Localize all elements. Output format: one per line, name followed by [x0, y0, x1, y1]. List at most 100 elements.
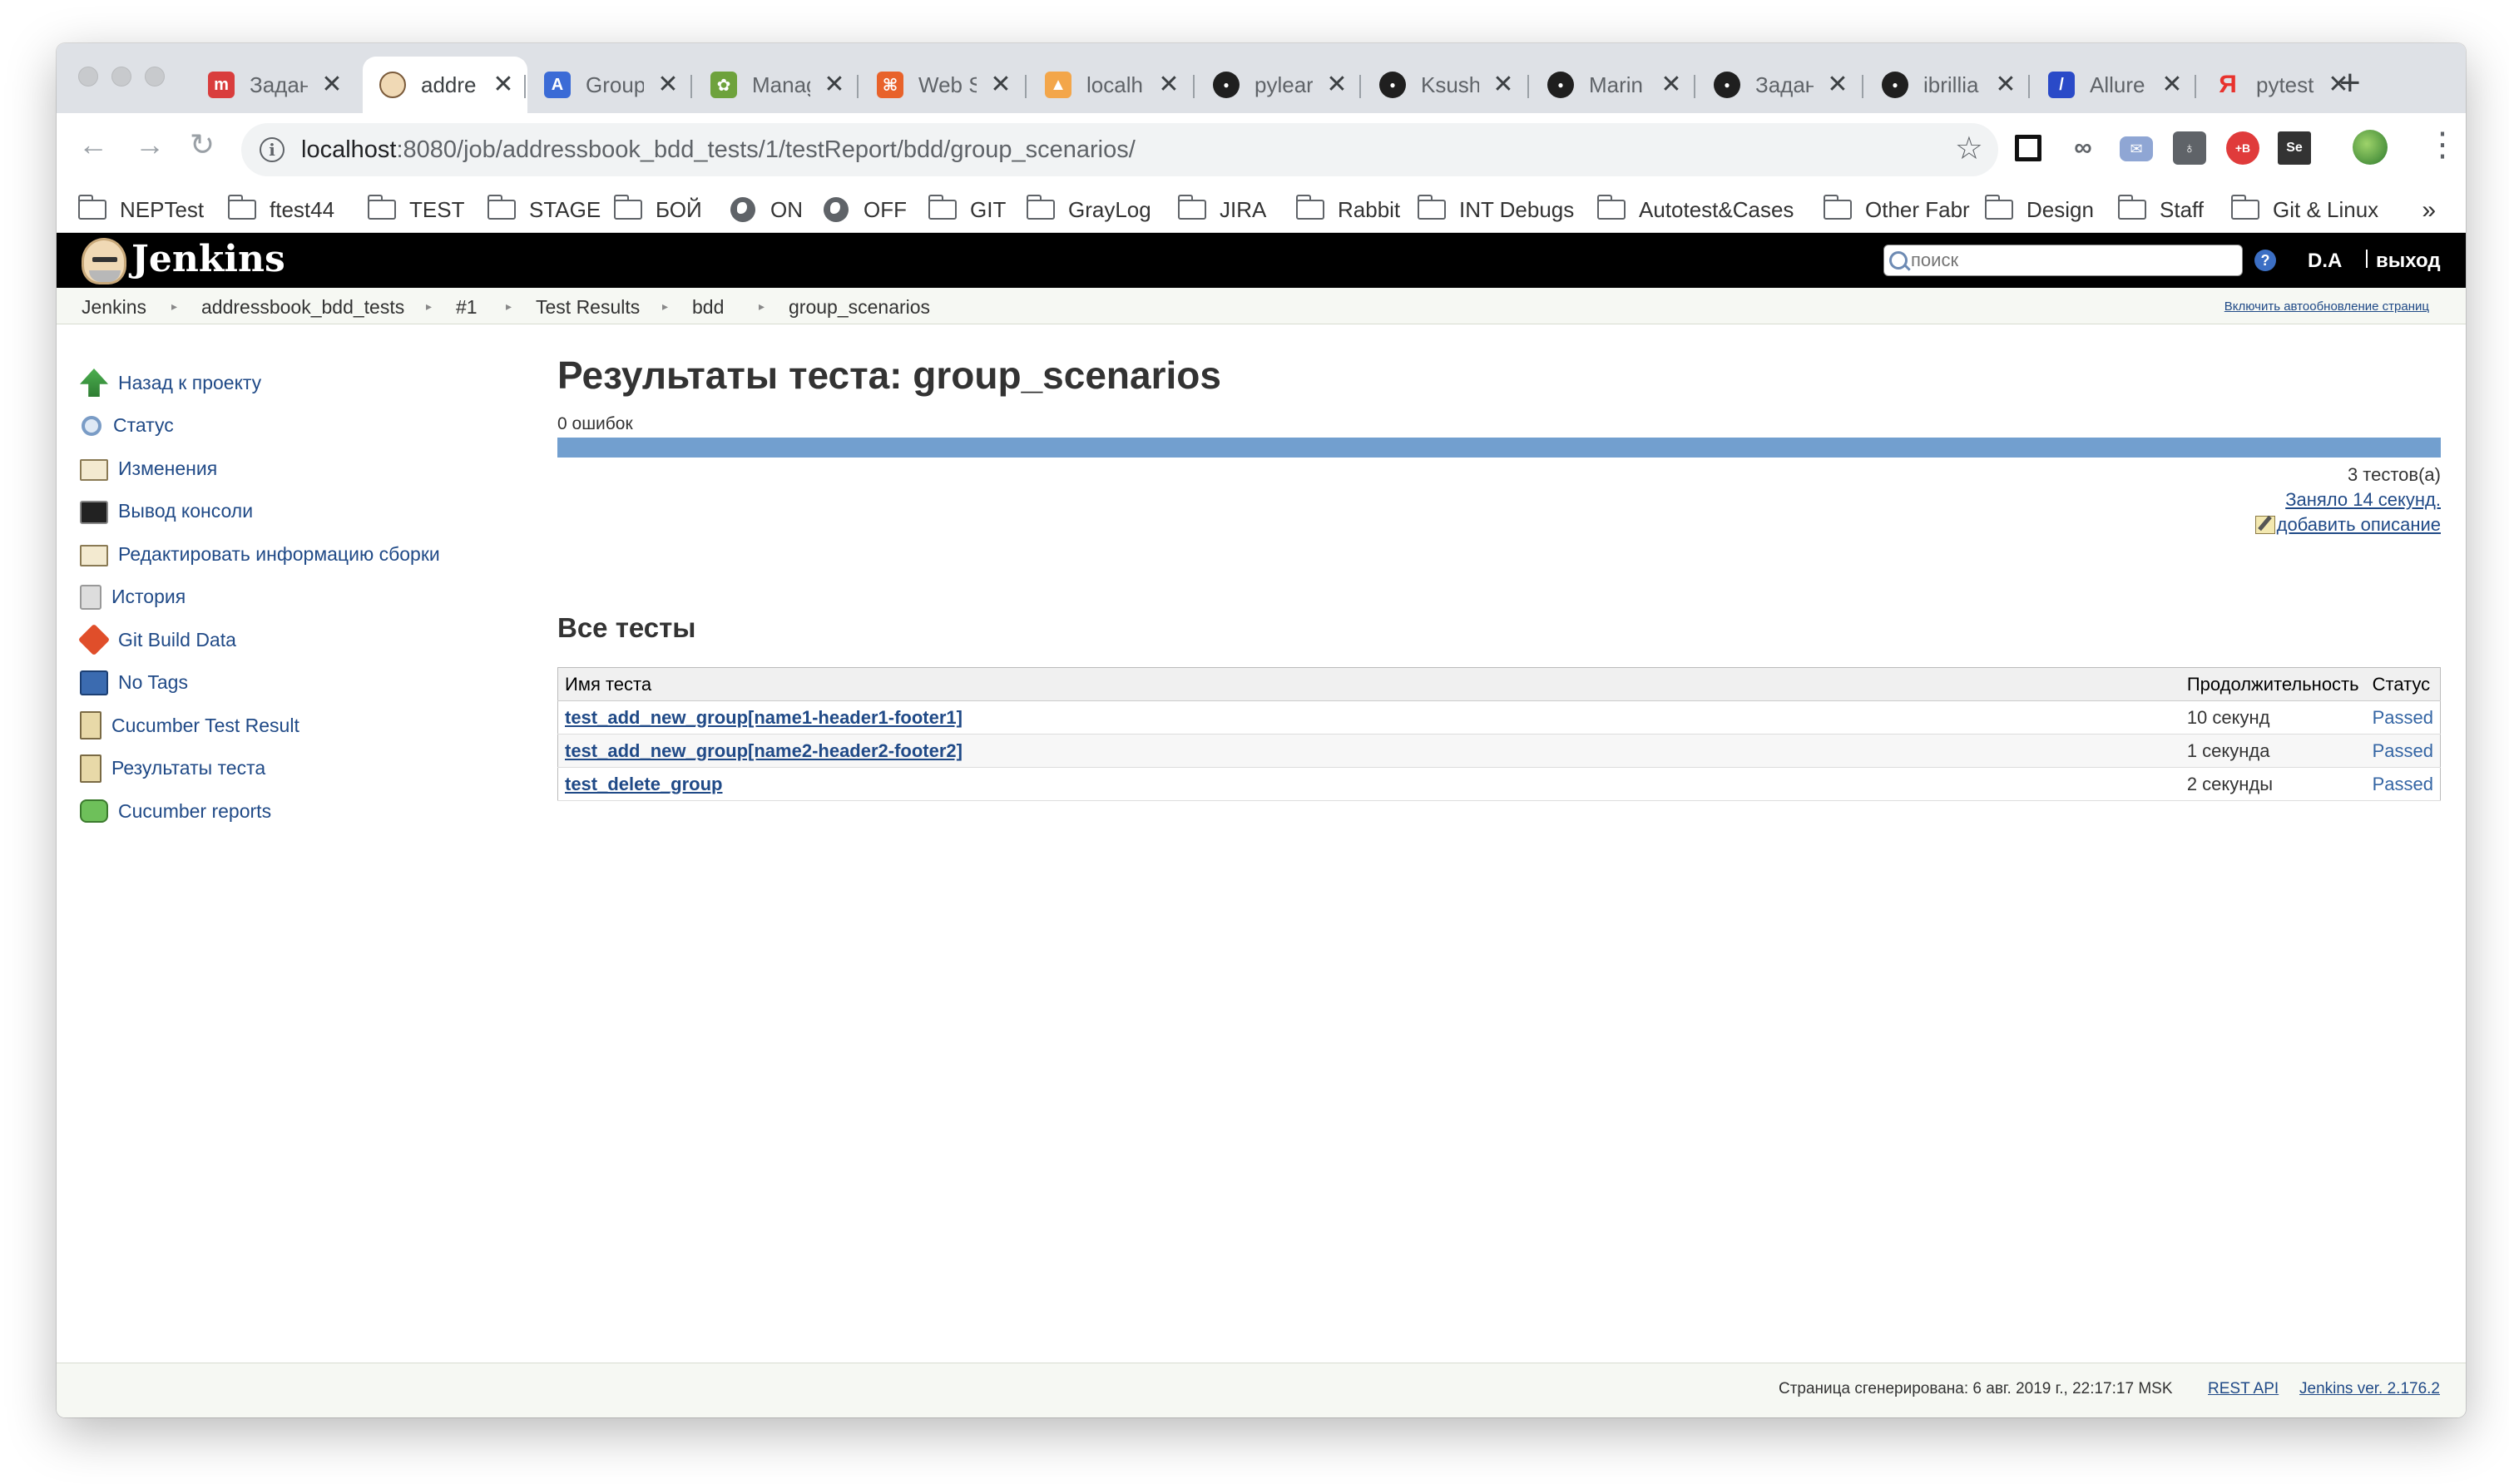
breadcrumb-chevron-icon[interactable]: ▸	[506, 299, 512, 314]
up-arrow-icon[interactable]	[80, 369, 108, 397]
tab-close-icon[interactable]: ✕	[988, 72, 1013, 97]
side-item[interactable]: Результаты теста	[80, 752, 265, 785]
side-item-label[interactable]: Назад к проекту	[118, 372, 261, 394]
window-minimize-button[interactable]	[111, 67, 131, 87]
side-item[interactable]: История	[80, 581, 186, 614]
bookmark-star-icon[interactable]: ☆	[1955, 133, 1983, 165]
jenkins-version-link[interactable]: Jenkins ver. 2.176.2	[2299, 1380, 2440, 1398]
side-item-label[interactable]: Результаты теста	[111, 757, 265, 779]
url-text[interactable]: localhost:8080/job/addressbook_bdd_tests…	[301, 136, 1136, 164]
side-item-label[interactable]: Статус	[113, 414, 174, 437]
side-item-label[interactable]: Git Build Data	[118, 629, 236, 651]
tab-0[interactable]: m Задан ✕	[191, 57, 351, 113]
side-item-label[interactable]: Вывод консоли	[118, 500, 253, 522]
breadcrumb-item[interactable]: bdd	[692, 296, 724, 319]
browser-menu-icon[interactable]: ⋮	[2426, 128, 2459, 161]
tab-12[interactable]: Яpytest ✕	[2198, 57, 2358, 113]
tab-close-icon[interactable]: ✕	[1825, 72, 1850, 97]
logout-link[interactable]: выход	[2376, 250, 2441, 273]
tab-close-icon[interactable]: ✕	[1156, 72, 1181, 97]
side-item-label[interactable]: Cucumber reports	[118, 800, 271, 823]
test-name-link[interactable]: test_delete_group	[565, 774, 723, 794]
help-icon[interactable]: ?	[2254, 250, 2276, 271]
side-item[interactable]: Редактировать информацию сборки	[80, 537, 440, 571]
bookmark-item[interactable]: JIRA	[1177, 195, 1266, 225]
side-item[interactable]: Cucumber reports	[80, 794, 271, 828]
tab-close-icon[interactable]: ✕	[491, 72, 516, 97]
forward-arrow-icon[interactable]: →	[135, 130, 165, 160]
profile-avatar[interactable]	[2353, 130, 2388, 165]
bookmark-item[interactable]: TEST	[367, 195, 464, 225]
bookmark-item[interactable]: ON	[730, 195, 803, 225]
breadcrumb-item[interactable]: group_scenarios	[789, 296, 930, 319]
side-item[interactable]: Вывод консоли	[80, 495, 253, 528]
address-bar[interactable]: i localhost:8080/job/addressbook_bdd_tes…	[241, 123, 1998, 176]
tab-5[interactable]: ▲ localh ✕	[1028, 57, 1188, 113]
breadcrumb-chevron-icon[interactable]: ▸	[171, 299, 177, 314]
extension-bulb-icon[interactable]: ♁	[2173, 131, 2206, 165]
column-header-status[interactable]: Статус	[2365, 667, 2441, 701]
add-description-link[interactable]: добавить описание	[2254, 514, 2441, 536]
side-item[interactable]: No Tags	[80, 666, 188, 700]
window-close-button[interactable]	[78, 67, 98, 87]
window-zoom-button[interactable]	[145, 67, 165, 87]
extension-infinity-icon[interactable]: ∞	[2066, 131, 2100, 165]
test-name-link[interactable]: test_add_new_group[name2-header2-footer2…	[565, 740, 963, 761]
column-header-name[interactable]: Имя теста	[557, 667, 2180, 701]
clipboard-icon[interactable]	[80, 754, 101, 783]
extension-red-icon[interactable]: +B	[2226, 131, 2259, 165]
tab-close-icon[interactable]: ✕	[1324, 72, 1349, 97]
side-item-label[interactable]: Cucumber Test Result	[111, 715, 299, 737]
tab-7[interactable]: ● Ksush ✕	[1363, 57, 1522, 113]
side-item[interactable]: Изменения	[80, 452, 217, 485]
jenkins-title[interactable]: Jenkins	[131, 238, 285, 280]
history-icon[interactable]	[80, 584, 101, 610]
bookmark-item[interactable]: Git & Linux	[2230, 195, 2378, 225]
bookmark-item[interactable]: OFF	[824, 195, 907, 225]
bookmark-item[interactable]: Staff	[2117, 195, 2204, 225]
terminal-icon[interactable]	[80, 501, 108, 524]
magnifier-icon[interactable]	[82, 415, 101, 436]
breadcrumb-item[interactable]: Test Results	[536, 296, 640, 319]
tab-6[interactable]: ● pylear ✕	[1196, 57, 1356, 113]
extension-square-icon[interactable]	[2015, 135, 2041, 161]
search-input[interactable]	[1911, 250, 2227, 271]
side-item-label[interactable]: Изменения	[118, 458, 217, 480]
extension-mail-icon[interactable]: ✉	[2120, 136, 2153, 161]
tab-close-icon[interactable]: ✕	[319, 72, 344, 97]
bookmark-item[interactable]: GIT	[928, 195, 1006, 225]
tab-close-icon[interactable]: ✕	[2160, 72, 2185, 97]
add-description-label[interactable]: добавить описание	[2277, 514, 2441, 536]
reload-icon[interactable]: ↻	[190, 130, 215, 160]
notepad-icon[interactable]	[80, 459, 108, 481]
tab-3[interactable]: ✿ Manag ✕	[694, 57, 854, 113]
tab-close-icon[interactable]: ✕	[1993, 72, 2018, 97]
tab-8[interactable]: ● Marin ✕	[1531, 57, 1690, 113]
bookmark-item[interactable]: STAGE	[487, 195, 601, 225]
clipboard-icon[interactable]	[80, 711, 101, 740]
breadcrumb-item[interactable]: Jenkins	[82, 296, 146, 319]
bookmark-item[interactable]: Rabbit	[1295, 195, 1400, 225]
new-tab-button[interactable]: +	[2339, 65, 2361, 101]
tab-11[interactable]: / Allure ✕	[2031, 57, 2191, 113]
breadcrumb-item[interactable]: addressbook_bdd_tests	[201, 296, 404, 319]
extension-selenium-icon[interactable]: Se	[2278, 131, 2311, 165]
tab-4[interactable]: ⌘ Web S ✕	[860, 57, 1020, 113]
site-info-icon[interactable]: i	[260, 137, 285, 162]
tab-2[interactable]: A Group ✕	[527, 57, 687, 113]
user-link[interactable]: D.A	[2308, 250, 2342, 273]
tab-9[interactable]: ● Задан ✕	[1697, 57, 1857, 113]
tab-close-icon[interactable]: ✕	[1659, 72, 1684, 97]
autorefresh-link[interactable]: Включить автообновление страниц	[2224, 299, 2429, 314]
bookmark-item[interactable]: Autotest&Cases	[1596, 195, 1794, 225]
bookmark-item[interactable]: GrayLog	[1026, 195, 1151, 225]
duration-link[interactable]: Заняло 14 секунд.	[2285, 489, 2441, 511]
git-icon[interactable]	[77, 623, 111, 656]
tab-close-icon[interactable]: ✕	[1491, 72, 1516, 97]
breadcrumb-chevron-icon[interactable]: ▸	[759, 299, 765, 314]
breadcrumb-chevron-icon[interactable]: ▸	[662, 299, 668, 314]
bookmark-item[interactable]: NEPTest	[77, 195, 204, 225]
jenkins-search-box[interactable]	[1883, 245, 2243, 276]
notepad-edit-icon[interactable]	[80, 545, 108, 566]
bookmarks-overflow-button[interactable]: »	[2422, 196, 2436, 225]
